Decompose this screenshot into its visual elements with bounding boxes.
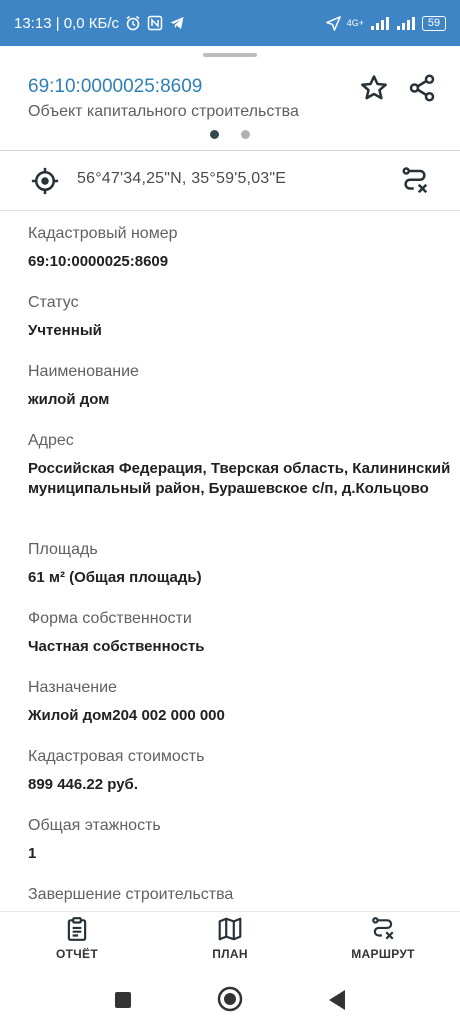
field-value: 69:10:0000025:8609 (28, 253, 169, 270)
signal-2-icon (396, 16, 416, 30)
crosshair-icon (31, 167, 59, 195)
status-bar: 13:13 | 0,0 КБ/с 4G+ 59 (0, 0, 460, 46)
home-button[interactable] (214, 983, 246, 1015)
alarm-icon (125, 15, 141, 31)
nfc-icon (147, 15, 163, 31)
field-label: Общая этажность (28, 817, 161, 834)
field-address: Адрес Российская Федерация, Тверская обл… (28, 430, 460, 499)
bottom-navigation: ОТЧЁТ ПЛАН МАРШРУТ (0, 911, 460, 973)
field-label: Адрес (28, 432, 74, 449)
coordinates-text[interactable]: 56°47'34,25"N, 35°59'5,03"E (77, 170, 286, 188)
page-dot-active[interactable] (210, 130, 219, 139)
field-cadastral-value: Кадастровая стоимость 899 446.22 руб. (28, 746, 460, 795)
field-label: Статус (28, 294, 79, 311)
field-status: Статус Учтенный (28, 292, 460, 341)
map-icon (218, 917, 242, 941)
divider (0, 150, 460, 151)
back-button[interactable] (322, 985, 352, 1015)
plan-label: ПЛАН (212, 947, 248, 961)
field-label: Завершение строительства (28, 886, 234, 903)
report-label: ОТЧЁТ (56, 947, 98, 961)
clear-route-button[interactable] (396, 162, 434, 200)
route-cancel-icon (372, 917, 394, 940)
system-navigation-bar (0, 973, 460, 1024)
field-value: Российская Федерация, Тверская область, … (28, 460, 451, 497)
battery-indicator: 59 (422, 15, 446, 31)
my-location-button[interactable] (28, 164, 62, 198)
field-name: Наименование жилой дом (28, 361, 460, 410)
field-label: Кадастровый номер (28, 225, 178, 242)
favorite-button[interactable] (356, 70, 392, 106)
field-value: 1 (28, 845, 37, 862)
field-value: жилой дом (28, 391, 110, 408)
field-purpose: Назначение Жилой дом204 002 000 000 (28, 677, 460, 726)
home-circle-icon (217, 986, 243, 1012)
square-icon (115, 992, 131, 1008)
object-header: 69:10:0000025:8609 Объект капитального с… (0, 62, 460, 152)
recents-button[interactable] (108, 985, 138, 1015)
route-button[interactable]: МАРШРУТ (328, 916, 438, 961)
field-value: 899 446.22 руб. (28, 776, 138, 793)
telegram-icon (169, 15, 185, 31)
field-value: 61 м² (Общая площадь) (28, 569, 202, 586)
field-construction-completion: Завершение строительства (28, 884, 460, 906)
cadastral-number-link[interactable]: 69:10:0000025:8609 (28, 76, 202, 98)
status-time-speed: 13:13 | 0,0 КБ/с (14, 14, 120, 32)
sheet-drag-handle[interactable] (203, 53, 257, 57)
coordinates-row: 56°47'34,25"N, 35°59'5,03"E (0, 152, 460, 208)
star-icon (361, 75, 387, 100)
field-label: Площадь (28, 541, 98, 558)
field-value: Учтенный (28, 322, 102, 339)
field-value: Частная собственность (28, 638, 205, 655)
share-icon (409, 74, 435, 102)
field-label: Форма собственности (28, 610, 192, 627)
field-area: Площадь 61 м² (Общая площадь) (28, 539, 460, 588)
signal-icon (370, 16, 390, 30)
object-type: Объект капитального строительства (28, 103, 299, 120)
share-button[interactable] (404, 70, 440, 106)
report-button[interactable]: ОТЧЁТ (22, 916, 132, 961)
field-label: Кадастровая стоимость (28, 748, 205, 765)
clipboard-icon (67, 917, 87, 941)
page-dot[interactable] (241, 130, 250, 139)
route-cancel-icon (402, 167, 428, 194)
object-properties-list[interactable]: Кадастровый номер 69:10:0000025:8609 Ста… (0, 211, 460, 911)
field-cadastral-number: Кадастровый номер 69:10:0000025:8609 (28, 223, 460, 272)
field-label: Назначение (28, 679, 117, 696)
field-label: Наименование (28, 363, 139, 380)
route-label: МАРШРУТ (351, 947, 415, 961)
field-ownership-form: Форма собственности Частная собственност… (28, 608, 460, 657)
field-value: Жилой дом204 002 000 000 (28, 707, 225, 724)
field-floors: Общая этажность 1 (28, 815, 460, 864)
plan-button[interactable]: ПЛАН (175, 916, 285, 961)
back-triangle-icon (329, 990, 345, 1010)
page-indicator (210, 130, 250, 139)
network-type: 4G+ (346, 18, 364, 28)
location-arrow-icon (325, 15, 341, 31)
